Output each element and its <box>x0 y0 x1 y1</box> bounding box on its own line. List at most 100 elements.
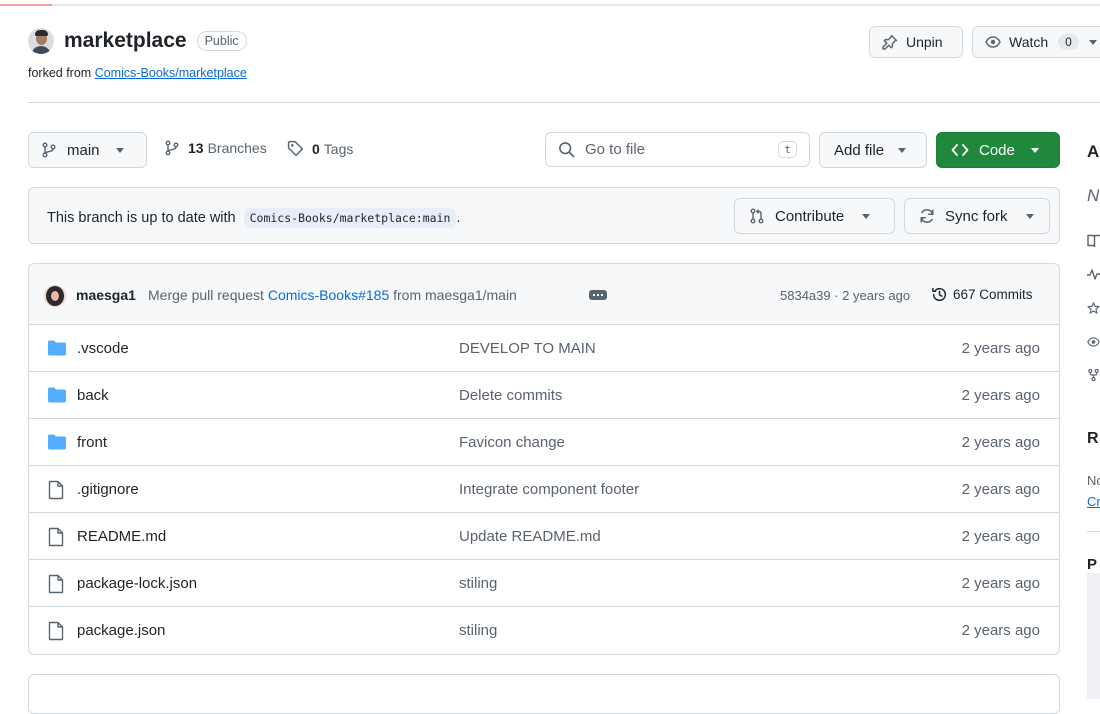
unpin-label: Unpin <box>906 34 943 50</box>
tags-count: 0 <box>312 140 320 157</box>
file-name[interactable]: front <box>77 434 107 451</box>
file-commit-message[interactable]: Favicon change <box>459 434 565 451</box>
file-age: 2 years ago <box>961 387 1040 404</box>
file-commit-message[interactable]: DEVELOP TO MAIN <box>459 340 596 357</box>
sync-icon <box>920 209 934 223</box>
unpin-button[interactable]: Unpin <box>869 26 963 58</box>
file-icon <box>48 480 64 500</box>
commit-hash-time[interactable]: 5834a39 · 2 years ago <box>780 288 910 303</box>
repo-header: marketplace Public <box>28 28 247 54</box>
forked-from-link[interactable]: Comics-Books/marketplace <box>95 66 247 80</box>
file-name[interactable]: back <box>77 387 109 404</box>
sidebar-divider <box>1087 531 1100 532</box>
chevron-down-icon[interactable] <box>1088 39 1097 45</box>
file-commit-message[interactable]: Delete commits <box>459 387 562 404</box>
pin-icon <box>882 34 898 50</box>
code-button[interactable]: Code <box>936 132 1060 168</box>
file-commit-message[interactable]: Update README.md <box>459 528 601 545</box>
code-icon <box>951 144 969 156</box>
file-name[interactable]: .gitignore <box>77 481 139 498</box>
file-age: 2 years ago <box>961 528 1040 545</box>
branch-icon <box>165 140 179 156</box>
table-row[interactable]: back Delete commits 2 years ago <box>29 372 1059 419</box>
tags-label: Tags <box>323 140 354 157</box>
sync-fork-label: Sync fork <box>945 207 1008 225</box>
tags-link[interactable]: 0 Tags <box>287 140 353 157</box>
pulse-icon[interactable] <box>1087 266 1100 282</box>
table-row[interactable]: front Favicon change 2 years ago <box>29 419 1059 466</box>
code-label: Code <box>979 141 1015 159</box>
table-row[interactable]: README.md Update README.md 2 years ago <box>29 513 1059 560</box>
fork-status-message: This branch is up to date with Comics-Bo… <box>47 208 460 228</box>
file-name[interactable]: package-lock.json <box>77 575 197 592</box>
book-icon[interactable] <box>1087 233 1100 249</box>
branch-icon <box>42 142 56 158</box>
commit-author[interactable]: maesga1 <box>76 287 136 303</box>
watch-label: Watch <box>1009 34 1049 50</box>
branches-label: Branches <box>207 140 267 156</box>
chevron-down-icon <box>115 147 124 153</box>
upstream-ref[interactable]: Comics-Books/marketplace:main <box>243 208 457 228</box>
table-row[interactable]: package.json stiling 2 years ago <box>29 607 1059 654</box>
file-browser: maesga1 Merge pull request Comics-Books#… <box>28 263 1060 655</box>
table-row[interactable]: package-lock.json stiling 2 years ago <box>29 560 1059 607</box>
add-file-button[interactable]: Add file <box>819 132 927 168</box>
file-name[interactable]: .vscode <box>77 340 129 357</box>
folder-icon <box>48 340 66 356</box>
commit-message-prefix[interactable]: Merge pull request <box>148 287 264 303</box>
watch-count: 0 <box>1058 34 1079 50</box>
fork-icon[interactable] <box>1087 367 1100 383</box>
tag-icon <box>287 140 304 157</box>
forked-prefix: forked from <box>28 66 92 80</box>
shortcut-key: t <box>778 141 797 158</box>
file-commit-message[interactable]: stiling <box>459 575 497 592</box>
commit-message-suffix[interactable]: from maesga1/main <box>393 287 517 303</box>
branch-selector[interactable]: main <box>28 132 147 168</box>
file-name[interactable]: README.md <box>77 528 166 545</box>
repo-name[interactable]: marketplace <box>64 29 187 53</box>
pr-link[interactable]: Comics-Books#185 <box>268 287 389 303</box>
chevron-down-icon <box>1025 213 1034 219</box>
go-to-file-input[interactable]: Go to file t <box>545 132 810 167</box>
status-period: . <box>456 210 461 226</box>
about-description: N <box>1087 186 1100 205</box>
progress-fill <box>0 4 52 6</box>
branches-link[interactable]: 13 Branches <box>164 140 267 156</box>
eye-icon <box>985 36 1001 48</box>
add-file-label: Add file <box>834 141 885 159</box>
file-age: 2 years ago <box>961 434 1040 451</box>
search-icon <box>559 142 575 158</box>
latest-commit-bar: maesga1 Merge pull request Comics-Books#… <box>29 264 1059 325</box>
file-icon <box>48 527 64 547</box>
chevron-down-icon <box>1030 147 1039 153</box>
eye-icon[interactable] <box>1087 334 1100 350</box>
packages-heading[interactable]: P <box>1087 556 1097 573</box>
commits-link[interactable]: 667 Commits <box>931 286 1033 303</box>
table-row[interactable]: .gitignore Integrate component footer 2 ye… <box>29 466 1059 513</box>
file-name[interactable]: package.json <box>77 622 165 639</box>
star-icon[interactable] <box>1087 300 1100 316</box>
file-age: 2 years ago <box>961 622 1040 639</box>
releases-empty-text: No <box>1087 473 1100 488</box>
file-commit-message[interactable]: Integrate component footer <box>459 481 639 498</box>
search-placeholder: Go to file <box>585 141 646 158</box>
status-text: This branch is up to date with <box>47 210 236 226</box>
file-commit-message[interactable]: stiling <box>459 622 497 639</box>
expand-commit-button[interactable] <box>589 290 607 300</box>
forked-from: forked from Comics-Books/marketplace <box>28 66 247 80</box>
fork-status-banner: This branch is up to date with Comics-Bo… <box>28 187 1060 244</box>
contribute-button[interactable]: Contribute <box>734 198 895 234</box>
file-age: 2 years ago <box>961 481 1040 498</box>
table-row[interactable]: .vscode DEVELOP TO MAIN 2 years ago <box>29 325 1059 372</box>
commit-message: Merge pull request Comics-Books#185 from… <box>148 287 517 303</box>
sync-fork-button[interactable]: Sync fork <box>904 198 1050 234</box>
sidebar-panel <box>1087 573 1100 699</box>
file-age: 2 years ago <box>961 340 1040 357</box>
owner-avatar[interactable] <box>28 28 54 54</box>
history-icon <box>932 287 947 302</box>
watch-button[interactable]: Watch 0 <box>972 26 1100 58</box>
releases-heading[interactable]: R <box>1087 430 1099 448</box>
create-release-link[interactable]: Cr <box>1087 494 1100 509</box>
author-avatar[interactable] <box>44 285 66 307</box>
file-age: 2 years ago <box>961 575 1040 592</box>
